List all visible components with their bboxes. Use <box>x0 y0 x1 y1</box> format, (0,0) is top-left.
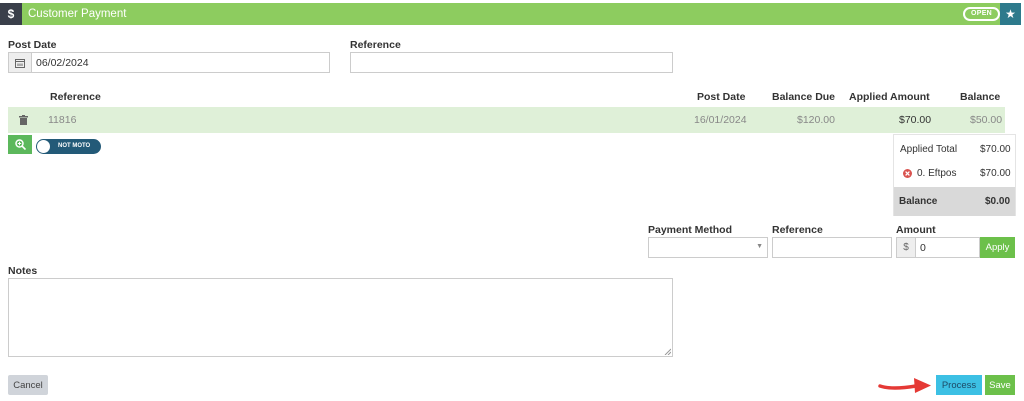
payment-line-value: $70.00 <box>980 168 1011 179</box>
balance-value: $0.00 <box>985 196 1011 207</box>
star-icon: ★ <box>1005 7 1016 21</box>
page-header: $ Customer Payment OPEN ★ <box>0 3 1021 25</box>
post-date-value: 06/02/2024 <box>36 57 89 69</box>
row-balance-due: $120.00 <box>797 114 835 126</box>
apply-button[interactable]: Apply <box>980 237 1015 258</box>
notes-label: Notes <box>8 265 38 277</box>
dollar-icon: $ <box>0 3 22 25</box>
search-button[interactable] <box>8 135 32 154</box>
moto-toggle[interactable]: NOT MOTO <box>36 139 101 154</box>
col-header-balance: Balance <box>960 91 1001 103</box>
balance-label: Balance <box>899 196 938 207</box>
applied-total-label: Applied Total <box>900 144 958 155</box>
payment-reference-input[interactable] <box>772 237 892 258</box>
calendar-icon[interactable] <box>8 52 32 73</box>
balance-row: Balance $0.00 <box>894 187 1015 216</box>
payment-summary: Applied Total $70.00 0. Eftpos $70.00 Ba… <box>893 134 1016 216</box>
post-date-label: Post Date <box>8 39 57 51</box>
payment-reference-label: Reference <box>772 224 823 236</box>
post-date-input[interactable]: 06/02/2024 <box>31 52 330 73</box>
annotation-arrow-icon <box>878 378 931 393</box>
amount-label: Amount <box>896 224 936 236</box>
page-title: Customer Payment <box>28 8 127 20</box>
row-post-date: 16/01/2024 <box>694 114 747 126</box>
trash-icon[interactable] <box>19 107 28 133</box>
remove-payment-icon[interactable] <box>903 169 912 181</box>
process-button[interactable]: Process <box>936 375 982 395</box>
favorite-star-button[interactable]: ★ <box>1000 3 1021 25</box>
col-header-balance-due: Balance Due <box>772 91 836 103</box>
col-header-post-date: Post Date <box>697 91 746 103</box>
notes-textarea[interactable] <box>8 278 673 357</box>
applied-total-value: $70.00 <box>980 144 1011 155</box>
row-balance: $50.00 <box>970 114 1003 126</box>
currency-addon: $ <box>896 237 916 258</box>
zoom-icon <box>14 139 26 150</box>
cancel-button[interactable]: Cancel <box>8 375 48 395</box>
reference-label: Reference <box>350 39 401 51</box>
row-reference: 11816 <box>48 114 77 126</box>
caret-down-icon: ▼ <box>756 243 763 250</box>
amount-value: 0 <box>920 242 926 254</box>
amount-input[interactable]: 0 <box>915 237 980 258</box>
table-row[interactable]: 11816 16/01/2024 $120.00 $70.00 $50.00 <box>8 107 1005 133</box>
row-applied-amount: $70.00 <box>899 114 932 126</box>
payment-method-label: Payment Method <box>648 224 733 236</box>
col-header-applied-amount: Applied Amount <box>849 91 930 103</box>
reference-input[interactable] <box>350 52 673 73</box>
toggle-label: NOT MOTO <box>58 143 91 149</box>
save-button[interactable]: Save <box>985 375 1015 395</box>
toggle-knob <box>37 140 50 153</box>
status-badge: OPEN <box>963 7 1001 21</box>
payment-line-label: 0. Eftpos <box>917 168 957 179</box>
col-header-reference: Reference <box>50 91 101 103</box>
resize-handle-icon <box>664 348 671 355</box>
payment-method-select[interactable]: ▼ <box>648 237 768 258</box>
